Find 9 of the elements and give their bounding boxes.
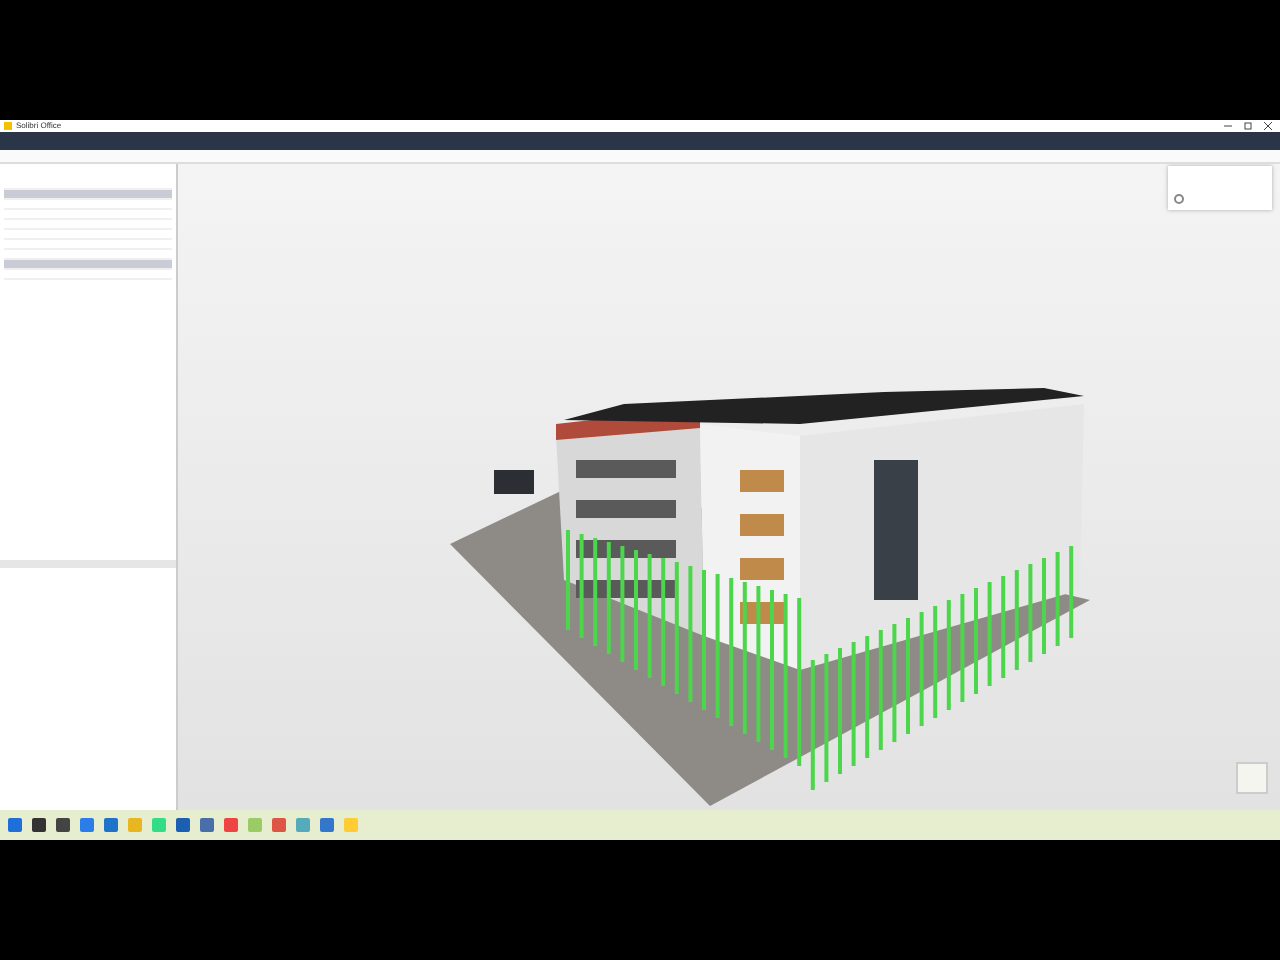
tree-row[interactable]: [4, 260, 172, 271]
3d-viewport[interactable]: [178, 164, 1280, 811]
navigation-cube-icon[interactable]: [1236, 762, 1268, 795]
close-icon[interactable]: [1264, 122, 1272, 130]
restore-icon[interactable]: [1244, 122, 1252, 130]
checkbox[interactable]: [1174, 194, 1184, 205]
app-logo-icon: [4, 122, 12, 130]
tree-row[interactable]: [4, 190, 172, 201]
minimize-icon[interactable]: [1224, 122, 1232, 130]
